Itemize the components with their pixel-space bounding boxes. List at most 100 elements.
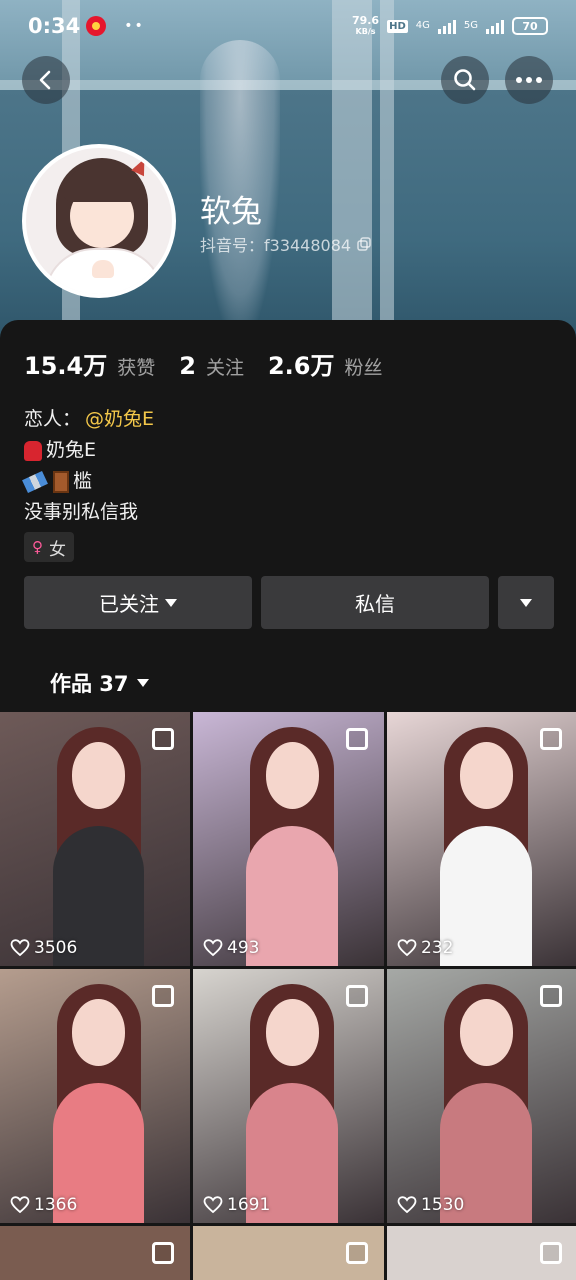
following-button-label: 已关注 <box>99 592 159 616</box>
work-thumbnail[interactable]: 1530 <box>387 969 576 1223</box>
heart-icon <box>203 939 223 957</box>
followers-label: 粉丝 <box>344 357 383 379</box>
recommend-dropdown-button[interactable] <box>498 576 554 629</box>
multi-image-icon <box>540 1242 562 1264</box>
work-thumbnail[interactable] <box>193 1226 384 1280</box>
profile-actions: 已关注 私信 <box>24 576 554 629</box>
profile-card: 15.4万 获赞 2 关注 2.6万 粉丝 恋人： @奶兔E 奶兔E 槛 没事别私… <box>0 320 576 1280</box>
followers-count[interactable]: 2.6万 <box>268 346 335 381</box>
work-thumbnail[interactable]: 1366 <box>0 969 190 1223</box>
network-speed-unit: KB/s <box>355 27 376 36</box>
work-like-count-text: 1530 <box>421 1195 465 1215</box>
following-button[interactable]: 已关注 <box>24 576 252 629</box>
direct-message-button[interactable]: 私信 <box>261 576 489 629</box>
scarf-emoji-icon <box>24 440 42 461</box>
likes-count[interactable]: 15.4万 <box>24 346 107 381</box>
multi-image-icon <box>346 1242 368 1264</box>
work-thumbnail[interactable]: 1691 <box>193 969 384 1223</box>
direct-message-label: 私信 <box>355 592 395 616</box>
bio-lover-prefix: 恋人： <box>24 408 82 430</box>
copy-icon[interactable] <box>357 237 371 251</box>
work-like-count: 1691 <box>203 1195 270 1215</box>
heart-icon <box>203 1196 223 1214</box>
profile-nickname: 软兔 <box>200 194 262 230</box>
lover-mention-link[interactable]: @奶兔E <box>85 404 154 435</box>
gender-text: 女 <box>49 539 66 560</box>
following-label: 关注 <box>205 357 244 379</box>
female-icon: ♀ <box>32 538 43 556</box>
tab-works[interactable]: 作品 37 <box>50 668 149 698</box>
work-thumbnail-body <box>246 826 339 966</box>
work-like-count: 232 <box>397 938 453 958</box>
caret-down-icon <box>520 598 532 607</box>
following-count[interactable]: 2 <box>179 352 196 380</box>
network-speed: 79.6 KB/s <box>352 15 379 37</box>
network-speed-value: 79.6 <box>351 14 380 27</box>
multi-image-icon <box>152 1242 174 1264</box>
bio-lover-line: 恋人： @奶兔E <box>24 404 154 435</box>
bio-line-2: 奶兔E <box>24 435 154 466</box>
signal-icon-2 <box>486 18 504 34</box>
search-button[interactable] <box>441 56 489 104</box>
search-icon <box>454 69 476 91</box>
more-options-button[interactable] <box>505 56 553 104</box>
bio-line-4-text: 没事别私信我 <box>24 501 139 523</box>
work-like-count: 3506 <box>10 938 77 958</box>
multi-image-icon <box>540 728 562 750</box>
douyin-id-text: 抖音号：f33448084 <box>200 236 352 255</box>
satellite-emoji-icon <box>22 470 48 493</box>
heart-icon <box>10 1196 30 1214</box>
work-thumbnail[interactable] <box>0 1226 190 1280</box>
gender-tag: ♀ 女 <box>24 532 74 562</box>
network-type-5g: 5G <box>463 20 478 31</box>
work-thumbnail-face <box>459 999 514 1066</box>
signal-icon <box>437 18 456 34</box>
back-arrow-icon <box>39 70 51 90</box>
work-thumbnail[interactable]: 232 <box>387 712 576 966</box>
back-button[interactable] <box>22 56 70 104</box>
hd-voice-icon: HD <box>387 19 408 33</box>
works-grid: 3506 493 232 1366 1691 1530 <box>0 712 576 1280</box>
bio-line-4: 没事别私信我 <box>24 497 154 528</box>
work-like-count-text: 3506 <box>34 938 78 958</box>
work-like-count: 1366 <box>10 1195 77 1215</box>
work-like-count: 1530 <box>397 1195 464 1215</box>
work-thumbnail-face <box>72 742 126 809</box>
works-tab-label: 作品 37 <box>50 672 129 696</box>
work-like-count-text: 1366 <box>34 1195 78 1215</box>
battery-icon: 70 <box>512 17 548 35</box>
work-thumbnail[interactable]: 493 <box>193 712 384 966</box>
work-like-count: 493 <box>203 938 259 958</box>
multi-image-icon <box>346 728 368 750</box>
more-notifications-icon: •• <box>124 18 145 34</box>
status-time: 0:34 <box>28 14 81 38</box>
profile-stats: 15.4万 获赞 2 关注 2.6万 粉丝 <box>24 346 396 381</box>
work-thumbnail-face <box>265 999 320 1066</box>
work-like-count-text: 232 <box>421 938 454 958</box>
work-thumbnail-face <box>459 742 514 809</box>
heart-icon <box>397 939 417 957</box>
caret-down-icon <box>136 679 149 687</box>
bio-line-3-text: 槛 <box>73 470 93 492</box>
work-thumbnail-body <box>440 826 533 966</box>
heart-icon <box>10 939 30 957</box>
avatar[interactable] <box>22 144 176 298</box>
bio-line-3: 槛 <box>22 466 154 497</box>
work-like-count-text: 1691 <box>227 1195 271 1215</box>
heart-icon <box>397 1196 417 1214</box>
work-like-count-text: 493 <box>227 938 260 958</box>
multi-image-icon <box>346 985 368 1007</box>
work-thumbnail[interactable] <box>387 1226 576 1280</box>
douyin-id[interactable]: 抖音号：f33448084 <box>200 232 371 256</box>
multi-image-icon <box>152 985 174 1007</box>
multi-image-icon <box>152 728 174 750</box>
door-emoji-icon <box>53 470 69 493</box>
caret-down-icon <box>165 598 177 607</box>
more-icon <box>516 77 542 83</box>
work-thumbnail[interactable]: 3506 <box>0 712 190 966</box>
likes-label: 获赞 <box>117 357 156 379</box>
work-thumbnail-face <box>72 999 126 1066</box>
network-type-4g: 4G <box>415 20 430 31</box>
bio-line-2-text: 奶兔E <box>46 439 97 461</box>
status-bar: 0:34 •• 79.6 KB/s HD 4G 5G 70 <box>0 0 576 52</box>
